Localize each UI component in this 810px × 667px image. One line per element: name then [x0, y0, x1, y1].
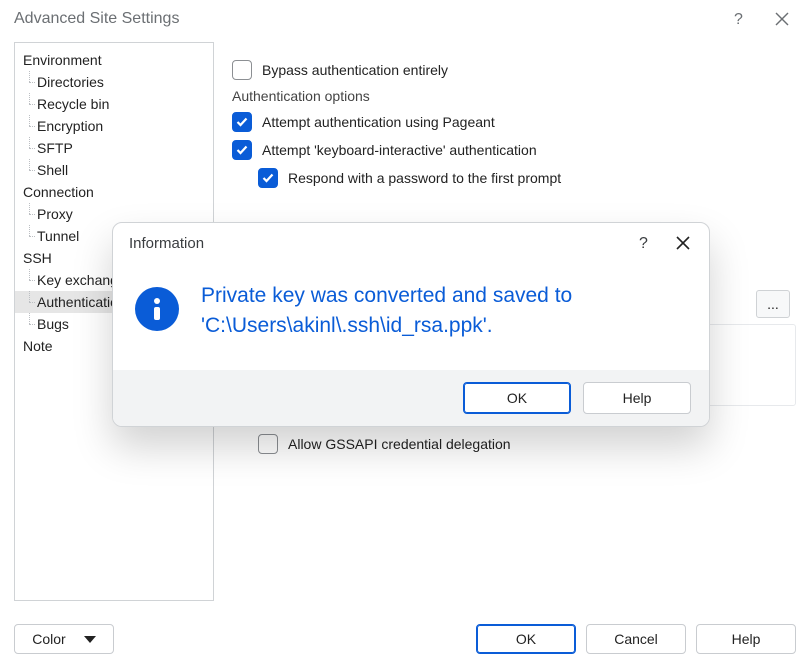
respond-pw-checkbox[interactable]	[258, 168, 278, 188]
cancel-label: Cancel	[614, 631, 658, 647]
nav-item-encryption[interactable]: Encryption	[15, 115, 213, 137]
bypass-label: Bypass authentication entirely	[262, 62, 448, 78]
nav-item-sftp[interactable]: SFTP	[15, 137, 213, 159]
modal-help-label: Help	[623, 390, 652, 406]
close-icon[interactable]	[760, 4, 804, 34]
gssapi-deleg-row[interactable]: Allow GSSAPI credential delegation	[232, 434, 790, 454]
pageant-label: Attempt authentication using Pageant	[262, 114, 495, 130]
modal-title: Information	[129, 235, 204, 252]
cancel-button[interactable]: Cancel	[586, 624, 686, 654]
kbi-label: Attempt 'keyboard-interactive' authentic…	[262, 142, 537, 158]
info-icon	[135, 287, 179, 331]
color-button[interactable]: Color	[14, 624, 114, 654]
nav-item-directories[interactable]: Directories	[15, 71, 213, 93]
chevron-down-icon	[84, 636, 96, 643]
kbi-row[interactable]: Attempt 'keyboard-interactive' authentic…	[232, 140, 790, 160]
ok-button[interactable]: OK	[476, 624, 576, 654]
modal-button-row: OK Help	[113, 370, 709, 426]
help-icon[interactable]: ?	[716, 4, 760, 34]
browse-label: ...	[767, 296, 779, 312]
gssapi-deleg-checkbox[interactable]	[258, 434, 278, 454]
kbi-checkbox[interactable]	[232, 140, 252, 160]
svg-text:?: ?	[734, 11, 743, 28]
modal-help-button[interactable]: Help	[583, 382, 691, 414]
window-title: Advanced Site Settings	[14, 10, 179, 28]
color-label: Color	[32, 631, 65, 647]
help-label: Help	[732, 631, 761, 647]
modal-ok-button[interactable]: OK	[463, 382, 571, 414]
keyfile-browse-button[interactable]: ...	[756, 290, 790, 318]
auth-options-label: Authentication options	[232, 88, 790, 104]
svg-text:?: ?	[639, 235, 648, 252]
modal-body: Private key was converted and saved to '…	[113, 263, 709, 370]
help-button[interactable]: Help	[696, 624, 796, 654]
modal-help-icon[interactable]: ?	[623, 228, 663, 258]
dialog-button-row: Color OK Cancel Help	[0, 611, 810, 667]
nav-item-recycle-bin[interactable]: Recycle bin	[15, 93, 213, 115]
information-dialog: Information ? Private key was converted …	[112, 222, 710, 427]
nav-item-environment[interactable]: Environment	[15, 49, 213, 71]
bypass-row[interactable]: Bypass authentication entirely	[232, 60, 790, 80]
titlebar: Advanced Site Settings ?	[0, 0, 810, 38]
nav-item-shell[interactable]: Shell	[15, 159, 213, 181]
modal-message: Private key was converted and saved to '…	[201, 281, 681, 342]
pageant-checkbox[interactable]	[232, 112, 252, 132]
modal-ok-label: OK	[507, 390, 527, 406]
respond-pw-row[interactable]: Respond with a password to the first pro…	[232, 168, 790, 188]
ok-label: OK	[516, 631, 536, 647]
modal-titlebar: Information ?	[113, 223, 709, 263]
advanced-site-settings-window: Advanced Site Settings ? EnvironmentDire…	[0, 0, 810, 667]
modal-close-icon[interactable]	[663, 228, 703, 258]
bypass-checkbox[interactable]	[232, 60, 252, 80]
pageant-row[interactable]: Attempt authentication using Pageant	[232, 112, 790, 132]
gssapi-deleg-label: Allow GSSAPI credential delegation	[288, 436, 511, 452]
nav-item-connection[interactable]: Connection	[15, 181, 213, 203]
respond-pw-label: Respond with a password to the first pro…	[288, 170, 561, 186]
